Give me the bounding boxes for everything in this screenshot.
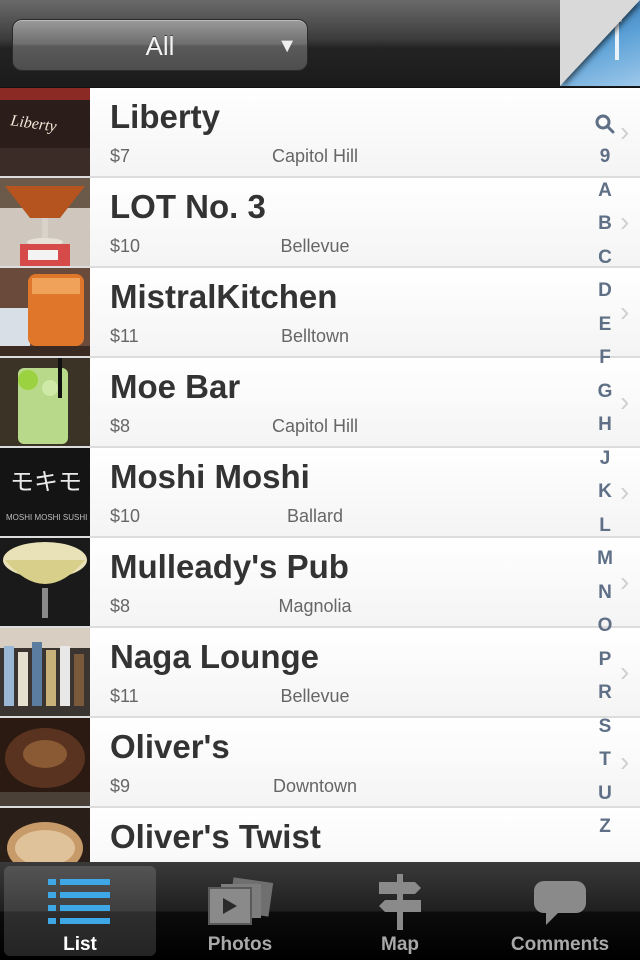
index-letter[interactable]: U xyxy=(588,783,622,805)
index-search-icon[interactable] xyxy=(588,112,622,140)
tab-comments[interactable]: Comments xyxy=(484,866,636,956)
venue-price: $10 xyxy=(110,506,141,526)
venue-thumbnail: Liberty xyxy=(0,88,90,176)
index-letter[interactable]: O xyxy=(588,615,622,637)
list-item[interactable]: Mulleady's Pub $8 Magnolia › xyxy=(0,538,640,628)
page-curl-map-toggle[interactable] xyxy=(560,0,640,86)
list-item[interactable]: Moe Bar $8 Capitol Hill › xyxy=(0,358,640,448)
venue-name: Mulleady's Pub xyxy=(110,548,349,585)
index-letter[interactable]: F xyxy=(588,347,622,369)
venue-name: Oliver's xyxy=(110,728,230,765)
index-letter[interactable]: L xyxy=(588,515,622,537)
filter-value: All xyxy=(145,31,175,61)
venue-price: $8 xyxy=(110,596,131,616)
index-letter[interactable]: A xyxy=(588,180,622,202)
index-letter[interactable]: R xyxy=(588,682,622,704)
moshi-sub-text: MOSHI MOSHI SUSHI xyxy=(6,513,87,522)
venue-list[interactable]: Liberty Liberty $7 Capitol Hill › LOT No… xyxy=(0,88,640,862)
index-letter[interactable]: M xyxy=(588,548,622,570)
tab-label: Photos xyxy=(207,934,273,955)
list-item[interactable]: Oliver's $9 Downtown › xyxy=(0,718,640,808)
tab-label: Map xyxy=(381,934,419,955)
index-letter[interactable]: 9 xyxy=(588,146,622,168)
index-letter[interactable]: G xyxy=(588,381,622,403)
venue-area: Downtown xyxy=(272,776,358,796)
page-curl-fold xyxy=(560,0,640,86)
list-item[interactable]: Oliver's Twist xyxy=(0,808,640,862)
venue-price: $7 xyxy=(110,146,131,166)
dropdown-arrow-icon: ▼ xyxy=(277,35,297,57)
venue-name: MistralKitchen xyxy=(110,278,338,315)
venue-area: Capitol Hill xyxy=(271,146,359,166)
list-item[interactable]: Liberty Liberty $7 Capitol Hill › xyxy=(0,88,640,178)
venue-thumbnail xyxy=(0,808,90,862)
index-letter[interactable]: T xyxy=(588,749,622,771)
list-item[interactable]: MistralKitchen $11 Belltown › xyxy=(0,268,640,358)
venue-name: Moe Bar xyxy=(110,368,241,405)
list-item[interactable]: LOT No. 3 $10 Bellevue › xyxy=(0,178,640,268)
index-letter[interactable]: K xyxy=(588,481,622,503)
venue-thumbnail xyxy=(0,268,90,356)
venue-area: Belltown xyxy=(280,326,350,346)
index-letter[interactable]: Z xyxy=(588,816,622,838)
venue-thumbnail xyxy=(0,538,90,626)
venue-price: $9 xyxy=(110,776,131,796)
venue-price: $10 xyxy=(110,236,141,256)
venue-name: Naga Lounge xyxy=(110,638,320,675)
venue-thumbnail xyxy=(0,718,90,806)
tab-label: Comments xyxy=(510,934,610,955)
top-bar: All ▼ xyxy=(0,0,640,88)
venue-area: Ballard xyxy=(286,506,344,526)
index-letter[interactable]: P xyxy=(588,649,622,671)
speech-bubble-icon xyxy=(484,874,636,930)
index-letter[interactable]: C xyxy=(588,247,622,269)
index-letter[interactable]: H xyxy=(588,414,622,436)
index-letter[interactable]: J xyxy=(588,448,622,470)
index-letter[interactable]: S xyxy=(588,716,622,738)
venue-area: Bellevue xyxy=(280,686,350,706)
tab-bar: List Photos Map Comments xyxy=(0,862,640,960)
neighborhood-filter-dropdown[interactable]: All ▼ xyxy=(12,19,308,71)
list-item[interactable]: モキモ MOSHI MOSHI SUSHI Moshi Moshi $10 Ba… xyxy=(0,448,640,538)
venue-thumbnail xyxy=(0,358,90,446)
list-item[interactable]: Naga Lounge $11 Bellevue › xyxy=(0,628,640,718)
tab-photos[interactable]: Photos xyxy=(164,866,316,956)
venue-area: Magnolia xyxy=(278,596,352,616)
list-icon xyxy=(4,874,156,930)
section-index[interactable]: 9 A B C D E F G H J K L M N O P R S T U … xyxy=(588,108,622,838)
venue-thumbnail xyxy=(0,628,90,716)
venue-name: LOT No. 3 xyxy=(110,188,266,225)
venue-price: $11 xyxy=(110,686,139,706)
venue-price: $11 xyxy=(110,326,139,346)
venue-area: Capitol Hill xyxy=(271,416,359,436)
index-letter[interactable]: D xyxy=(588,280,622,302)
map-signpost-icon xyxy=(324,874,476,930)
tab-list[interactable]: List xyxy=(4,866,156,956)
venue-name: Oliver's Twist xyxy=(110,818,321,855)
index-letter[interactable]: N xyxy=(588,582,622,604)
venue-price: $8 xyxy=(110,416,131,436)
photos-icon xyxy=(164,874,316,930)
tab-label: List xyxy=(63,934,97,955)
venue-area: Bellevue xyxy=(280,236,350,256)
venue-thumbnail xyxy=(0,178,90,266)
venue-name: Moshi Moshi xyxy=(110,458,310,495)
venue-thumbnail: モキモ MOSHI MOSHI SUSHI xyxy=(0,448,90,536)
index-letter[interactable]: B xyxy=(588,213,622,235)
moshi-sign-text: モキモ xyxy=(10,468,82,496)
tab-map[interactable]: Map xyxy=(324,866,476,956)
venue-name: Liberty xyxy=(110,98,221,135)
index-letter[interactable]: E xyxy=(588,314,622,336)
